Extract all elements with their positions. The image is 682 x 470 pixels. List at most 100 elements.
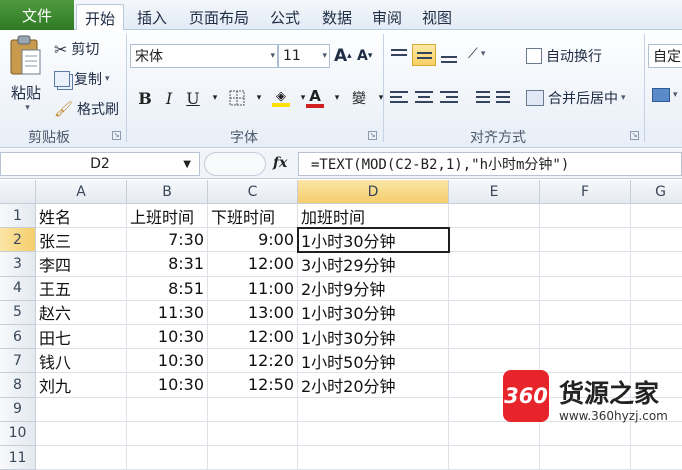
cell-c1[interactable]: 下班时间 [208, 204, 298, 229]
cell-d5[interactable]: 1小时30分钟 [298, 300, 449, 325]
cell-e4[interactable] [449, 276, 540, 301]
font-color-dropdown[interactable]: ▾ [326, 86, 348, 110]
accounting-format-button[interactable]: ▾ [652, 88, 678, 102]
cell-a10[interactable] [36, 421, 127, 446]
alignment-launcher-icon[interactable]: ↘ [630, 131, 639, 140]
cell-b11[interactable] [127, 446, 208, 470]
column-header-g[interactable]: G [631, 180, 682, 204]
tab-insert[interactable]: 插入 [128, 4, 176, 30]
format-painter-button[interactable]: 🖌 格式刷 [54, 98, 119, 120]
cell-d6[interactable]: 1小时30分钟 [298, 325, 449, 350]
cell-g2[interactable] [631, 228, 682, 253]
cell-c9[interactable] [208, 397, 298, 422]
cell-b7[interactable]: 10:30 [127, 349, 208, 374]
borders-button[interactable] [226, 86, 248, 110]
font-launcher-icon[interactable]: ↘ [368, 131, 377, 140]
bold-button[interactable]: B [134, 86, 156, 110]
cell-a6[interactable]: 田七 [36, 325, 127, 350]
cell-a1[interactable]: 姓名 [36, 204, 127, 229]
row-header-4[interactable]: 4 [0, 276, 36, 301]
cell-f2[interactable] [540, 228, 631, 253]
cell-d2[interactable]: 1小时30分钟 [297, 227, 450, 254]
fill-color-button[interactable]: ◈ [270, 86, 292, 110]
cell-a2[interactable]: 张三 [36, 228, 127, 253]
cell-b6[interactable]: 10:30 [127, 325, 208, 350]
cell-b2[interactable]: 7:30 [127, 228, 208, 253]
orientation-button[interactable]: ⟋ ▾ [468, 46, 485, 62]
shrink-font-button[interactable]: A ▾ [357, 48, 372, 64]
cell-g4[interactable] [631, 277, 682, 301]
tab-view[interactable]: 视图 [414, 4, 460, 30]
tab-data[interactable]: 数据 [312, 4, 362, 30]
row-header-9[interactable]: 9 [0, 397, 36, 422]
cell-a9[interactable] [36, 397, 127, 422]
cell-f4[interactable] [540, 276, 631, 301]
cut-button[interactable]: ✂ 剪切 [54, 38, 99, 60]
cell-a11[interactable] [36, 446, 127, 470]
font-color-button[interactable]: A [304, 86, 326, 110]
cell-a3[interactable]: 李四 [36, 252, 127, 277]
cell-f6[interactable] [540, 325, 631, 350]
column-header-b[interactable]: B [127, 180, 208, 204]
merge-center-button[interactable]: 合并后居中 ▾ [526, 88, 626, 108]
row-header-10[interactable]: 10 [0, 421, 36, 446]
row-header-6[interactable]: 6 [0, 325, 36, 350]
cell-c2[interactable]: 9:00 [208, 228, 298, 253]
name-box[interactable]: D2 ▼ [0, 152, 200, 176]
cell-c6[interactable]: 12:00 [208, 325, 298, 350]
column-header-f[interactable]: F [540, 180, 631, 204]
underline-button[interactable]: U [182, 86, 204, 110]
row-header-2[interactable]: 2 [0, 228, 36, 253]
wrap-text-button[interactable]: 自动换行 [526, 46, 602, 66]
grow-font-button[interactable]: A ▴ [334, 46, 352, 66]
cell-e5[interactable] [449, 300, 540, 325]
cell-e1[interactable] [449, 204, 540, 229]
align-bottom-button[interactable] [437, 44, 461, 66]
column-header-d[interactable]: D [298, 180, 449, 204]
italic-button[interactable]: I [158, 86, 180, 110]
formula-input[interactable]: =TEXT(MOD(C2-B2,1),"h小时m分钟") [298, 152, 682, 176]
cell-d4[interactable]: 2小时9分钟 [298, 276, 449, 301]
cell-e11[interactable] [449, 446, 540, 470]
cell-b5[interactable]: 11:30 [127, 300, 208, 325]
phonetic-button[interactable]: 變 [346, 86, 372, 110]
cell-d11[interactable] [298, 446, 449, 470]
column-header-e[interactable]: E [449, 180, 540, 204]
cell-f3[interactable] [540, 252, 631, 277]
cell-a8[interactable]: 刘九 [36, 373, 127, 398]
cell-g1[interactable] [631, 204, 682, 229]
cell-c3[interactable]: 12:00 [208, 252, 298, 277]
number-format-combo[interactable]: 自定 [648, 44, 682, 68]
cell-b9[interactable] [127, 397, 208, 422]
cell-g5[interactable] [631, 301, 682, 325]
tab-formulas[interactable]: 公式 [262, 4, 308, 30]
copy-button[interactable]: 复制 ▾ [54, 68, 110, 90]
chevron-down-icon[interactable]: ▾ [322, 51, 327, 61]
cell-b4[interactable]: 8:51 [127, 276, 208, 301]
tab-page-layout[interactable]: 页面布局 [180, 4, 258, 30]
cell-e2[interactable] [449, 228, 540, 253]
cell-e3[interactable] [449, 252, 540, 277]
increase-indent-button[interactable] [494, 86, 518, 108]
align-middle-button[interactable] [412, 44, 436, 66]
decrease-indent-button[interactable] [468, 86, 492, 108]
cell-d7[interactable]: 1小时50分钟 [298, 349, 449, 374]
cell-g3[interactable] [631, 252, 682, 277]
cell-g11[interactable] [631, 446, 682, 470]
column-header-c[interactable]: C [208, 180, 298, 204]
tab-file[interactable]: 文件 [0, 0, 74, 30]
chevron-down-icon[interactable]: ▾ [270, 51, 275, 61]
tab-home[interactable]: 开始 [76, 4, 124, 31]
cell-b1[interactable]: 上班时间 [127, 204, 208, 229]
cell-c7[interactable]: 12:20 [208, 349, 298, 374]
cell-c8[interactable]: 12:50 [208, 373, 298, 398]
cell-a7[interactable]: 钱八 [36, 349, 127, 374]
chevron-down-icon[interactable]: ▼ [183, 159, 191, 170]
align-left-button[interactable] [387, 86, 411, 108]
cell-f11[interactable] [540, 446, 631, 470]
cell-d1[interactable]: 加班时间 [298, 204, 449, 229]
cell-a5[interactable]: 赵六 [36, 300, 127, 325]
row-header-1[interactable]: 1 [0, 204, 36, 229]
font-size-combo[interactable]: 11 ▾ [278, 44, 330, 68]
cell-d3[interactable]: 3小时29分钟 [298, 252, 449, 277]
